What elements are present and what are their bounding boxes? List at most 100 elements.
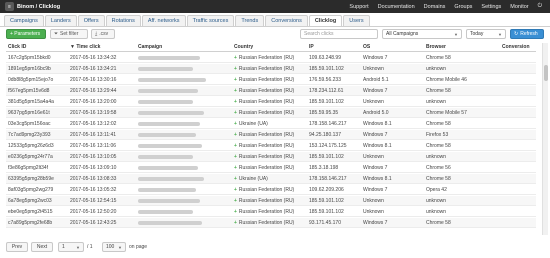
table-row[interactable]: 381d5g5pm15a4a4a 2017-05-16 13:20:00 + Ru…: [6, 97, 536, 107]
table-row[interactable]: 0db8l8g5pm15ejo7o 2017-05-16 13:30:16 + R…: [6, 75, 536, 85]
top-bar: ≡ Binom / Clicklog Support Documentation…: [0, 0, 550, 13]
table-header: Click ID ▼ Time click Campaign Country I…: [6, 43, 536, 52]
tab-offers[interactable]: Offers: [77, 15, 105, 26]
campaign-name-redacted: [138, 210, 193, 214]
cell-click-id: f567eg5pm15v6d8: [8, 88, 50, 94]
table-row[interactable]: 12533g5pmg26z6d3 2017-05-16 13:11:06 + Ru…: [6, 141, 536, 151]
cell-country-text: Russian Federation (RU): [238, 165, 295, 171]
col-conversion[interactable]: Conversion: [502, 44, 530, 50]
page-select[interactable]: 1 ▼: [58, 242, 84, 252]
cell-time: 2017-05-16 13:29:44: [70, 88, 117, 94]
cell-os: Android 5.1: [363, 77, 389, 83]
tab-rotations[interactable]: Rotations: [105, 15, 141, 26]
campaign-name-redacted: [138, 144, 202, 148]
page-select-value: 1: [62, 244, 65, 250]
campaign-name-redacted: [138, 78, 206, 82]
tab-trends[interactable]: Trends: [235, 15, 265, 26]
cell-time: 2017-05-16 13:05:32: [70, 187, 117, 193]
cell-click-id: 1891eg5pm16bc9b: [8, 66, 51, 72]
cell-click-id: 381d5g5pm15a4a4a: [8, 99, 54, 105]
cell-ip: 94.25.180.137: [309, 132, 341, 138]
cell-os: Unknown: [363, 66, 384, 72]
pagination: Prev Next 1 ▼ / 1 100 ▼ on page: [6, 242, 206, 253]
cell-time: 2017-05-16 13:09:10: [70, 165, 117, 171]
tab-aff-networks[interactable]: Aff. networks: [141, 15, 186, 26]
table-row[interactable]: 1891eg5pm16bc9b 2017-05-16 13:34:21 + Rus…: [6, 64, 536, 74]
cell-browser: unknown: [426, 99, 447, 105]
tab-campaigns[interactable]: Campaigns: [4, 15, 44, 26]
tab-conversions[interactable]: Conversions: [265, 15, 308, 26]
col-campaign[interactable]: Campaign: [138, 44, 162, 50]
app-title: Binom / Clicklog: [17, 3, 61, 10]
csv-button[interactable]: ⤓ .csv: [91, 29, 115, 39]
col-time-click-label: Time click: [76, 44, 101, 50]
tab-users[interactable]: Users: [343, 15, 370, 26]
col-os[interactable]: OS: [363, 44, 370, 50]
nav-settings[interactable]: Settings: [481, 4, 501, 10]
chevron-down-icon: ▼: [118, 244, 122, 250]
nav-support[interactable]: Support: [349, 4, 368, 10]
next-page-button[interactable]: Next: [31, 242, 53, 252]
nav-documentation[interactable]: Documentation: [378, 4, 415, 10]
col-ip[interactable]: IP: [309, 44, 314, 50]
table-row[interactable]: 167c2g5pm15bkd0 2017-05-16 13:34:32 + Rus…: [6, 53, 536, 63]
refresh-button[interactable]: ↻ Refresh: [510, 29, 544, 39]
power-icon[interactable]: ⏻: [538, 3, 542, 10]
campaign-name-redacted: [138, 122, 200, 126]
table-row[interactable]: 9637pg5pm16e61t 2017-05-16 13:19:58 + Rus…: [6, 108, 536, 118]
per-page-select[interactable]: 100 ▼: [102, 242, 126, 252]
cell-country: + Russian Federation (RU): [234, 209, 295, 215]
cell-country: + Russian Federation (RU): [234, 220, 295, 226]
col-browser[interactable]: Browser: [426, 44, 446, 50]
tab-traffic-sources[interactable]: Traffic sources: [186, 15, 235, 26]
campaign-select[interactable]: All Campaigns ▼: [382, 29, 462, 39]
cell-ip: 178.158.146.217: [309, 121, 347, 127]
cell-time: 2017-05-16 13:30:16: [70, 77, 117, 83]
cell-country-text: Russian Federation (RU): [238, 88, 295, 94]
table-row[interactable]: f3e86g5pmg2lt34f 2017-05-16 13:09:10 + Ru…: [6, 163, 536, 173]
cell-time: 2017-05-16 13:11:41: [70, 132, 117, 138]
per-page-label: on page: [129, 244, 148, 250]
table-row[interactable]: 6a78eg5pmg2wc03 2017-05-16 12:54:15 + Rus…: [6, 196, 536, 206]
table-row[interactable]: 03e3cg5pm156oac 2017-05-16 13:12:02 + Ukr…: [6, 119, 536, 129]
table-row[interactable]: 8af03g5pmg2wg279 2017-05-16 13:05:32 + Ru…: [6, 185, 536, 195]
col-click-id[interactable]: Click ID: [8, 44, 26, 50]
tabs-divider: [0, 26, 550, 27]
campaign-name-redacted: [138, 221, 202, 225]
scrollbar-thumb[interactable]: [544, 65, 548, 81]
cell-click-id: c7a89g5pmg2fe68b: [8, 220, 53, 226]
table-row[interactable]: 7c7ad9pmg23y393 2017-05-16 13:11:41 + Rus…: [6, 130, 536, 140]
nav-groups[interactable]: Groups: [454, 4, 472, 10]
cell-time: 2017-05-16 13:10:05: [70, 154, 117, 160]
cell-country-text: Russian Federation (RU): [238, 66, 295, 72]
table-row[interactable]: f567eg5pm15v6d8 2017-05-16 13:29:44 + Rus…: [6, 86, 536, 96]
nav-monitor[interactable]: Monitor: [510, 4, 528, 10]
table-scrollbar[interactable]: [542, 43, 548, 235]
search-input[interactable]: Search clicks: [300, 29, 378, 39]
tab-clicklog[interactable]: Clicklog: [308, 15, 343, 26]
set-filter-button[interactable]: ⏷ Set filter: [50, 29, 88, 39]
prev-page-button[interactable]: Prev: [6, 242, 28, 252]
col-country[interactable]: Country: [234, 44, 253, 50]
tab-landers[interactable]: Landers: [44, 15, 77, 26]
refresh-icon: ↻: [514, 31, 519, 37]
cell-browser: unknown: [426, 66, 447, 72]
cell-browser: Firefox 53: [426, 132, 449, 138]
cell-browser: unknown: [426, 198, 447, 204]
period-select[interactable]: Today ▼: [466, 29, 506, 39]
nav-domains[interactable]: Domains: [424, 4, 446, 10]
table-row[interactable]: ebe0eg5pmg2t4515 2017-05-16 12:50:20 + Ru…: [6, 207, 536, 217]
table-row[interactable]: 63395g5pmg28b59e 2017-05-16 13:08:33 + Uk…: [6, 174, 536, 184]
cell-ip: 185.59.101.102: [309, 209, 344, 215]
brand[interactable]: ≡ Binom / Clicklog: [5, 2, 60, 11]
cell-browser: Chrome 58: [426, 88, 451, 94]
cell-browser: unknown: [426, 154, 447, 160]
col-time-click[interactable]: ▼ Time click: [70, 44, 100, 50]
table-row[interactable]: e0236g5pmg24r77a 2017-05-16 13:10:05 + Ru…: [6, 152, 536, 162]
cell-country: + Russian Federation (RU): [234, 165, 295, 171]
parameters-button[interactable]: + Parameters: [6, 29, 46, 39]
table-row[interactable]: c7a89g5pmg2fe68b 2017-05-16 12:43:25 + Ru…: [6, 218, 536, 228]
cell-ip: 109.63.248.99: [309, 55, 341, 61]
cell-browser: Opera 42: [426, 187, 447, 193]
cell-country-text: Ukraine (UA): [238, 121, 268, 127]
